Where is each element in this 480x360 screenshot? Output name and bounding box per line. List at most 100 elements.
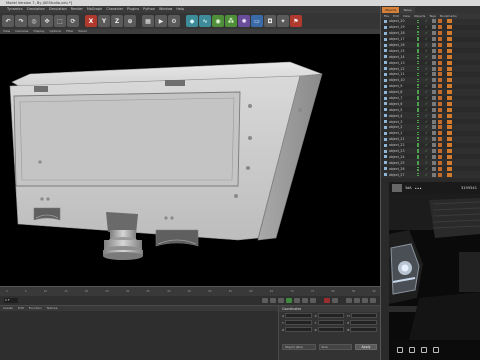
- bookmark-icon[interactable]: [409, 347, 415, 353]
- keyframe-selection-icon[interactable]: [346, 298, 352, 303]
- material-tag-icon[interactable]: [447, 137, 452, 142]
- enabled-check-icon[interactable]: ✓: [425, 108, 429, 112]
- material-tag-icon[interactable]: [447, 101, 452, 106]
- spline-icon[interactable]: ∿: [199, 15, 211, 27]
- array-icon[interactable]: ⁂: [225, 15, 237, 27]
- visibility-dots-icon[interactable]: [417, 96, 423, 100]
- phong-tag-icon[interactable]: [432, 131, 436, 136]
- share-icon[interactable]: [397, 347, 403, 353]
- texture-tag-icon[interactable]: [438, 119, 442, 124]
- enabled-check-icon[interactable]: ✓: [425, 131, 429, 135]
- enabled-check-icon[interactable]: ✓: [425, 55, 429, 59]
- enabled-check-icon[interactable]: ✓: [425, 173, 429, 177]
- coordinate-value-field[interactable]: [285, 327, 312, 332]
- enabled-check-icon[interactable]: ✓: [425, 37, 429, 41]
- rotation-key-icon[interactable]: [370, 298, 376, 303]
- menu-item[interactable]: Python: [143, 6, 155, 13]
- phong-tag-icon[interactable]: [432, 66, 436, 71]
- menu-item[interactable]: Help: [176, 6, 184, 13]
- rotate-icon[interactable]: ⟳: [67, 15, 79, 27]
- phong-tag-icon[interactable]: [432, 78, 436, 83]
- phong-tag-icon[interactable]: [432, 113, 436, 118]
- phong-tag-icon[interactable]: [432, 119, 436, 124]
- material-tag-icon[interactable]: [447, 78, 452, 83]
- visibility-dots-icon[interactable]: [417, 54, 423, 59]
- texture-tag-icon[interactable]: [438, 19, 442, 24]
- deformer-icon[interactable]: ✺: [238, 15, 250, 27]
- phong-tag-icon[interactable]: [432, 96, 436, 101]
- enabled-check-icon[interactable]: ✓: [425, 96, 429, 100]
- object-name[interactable]: object_4: [389, 114, 417, 118]
- object-name[interactable]: object_1: [389, 131, 417, 135]
- object-name[interactable]: object_23: [389, 149, 417, 153]
- visibility-dots-icon[interactable]: [417, 119, 423, 124]
- material-tag-icon[interactable]: [447, 143, 452, 148]
- phong-tag-icon[interactable]: [432, 84, 436, 89]
- size-mode-dropdown[interactable]: Size: [318, 344, 352, 350]
- enabled-check-icon[interactable]: ✓: [425, 90, 429, 94]
- phong-tag-icon[interactable]: [432, 37, 436, 42]
- enabled-check-icon[interactable]: ✓: [425, 114, 429, 118]
- visibility-dots-icon[interactable]: [417, 137, 423, 142]
- phong-tag-icon[interactable]: [432, 154, 436, 159]
- texture-tag-icon[interactable]: [438, 37, 442, 42]
- material-tag-icon[interactable]: [447, 90, 452, 95]
- visibility-dots-icon[interactable]: [417, 19, 423, 24]
- texture-tag-icon[interactable]: [438, 48, 442, 53]
- object-name[interactable]: object_8: [389, 90, 417, 94]
- visibility-dots-icon[interactable]: [417, 90, 423, 94]
- phong-tag-icon[interactable]: [432, 101, 436, 106]
- material-tag-icon[interactable]: [447, 72, 452, 77]
- go-to-start-icon[interactable]: [262, 298, 268, 303]
- coordinate-value-field[interactable]: [284, 320, 312, 325]
- phong-tag-icon[interactable]: [432, 160, 436, 165]
- camera-icon[interactable]: ◘: [264, 15, 276, 27]
- phong-tag-icon[interactable]: [432, 60, 436, 65]
- texture-tag-icon[interactable]: [438, 84, 442, 89]
- render-settings-icon[interactable]: ⚙: [168, 15, 180, 27]
- material-tag-icon[interactable]: [447, 31, 452, 36]
- material-tag-icon[interactable]: [447, 131, 452, 136]
- enabled-check-icon[interactable]: ✓: [425, 49, 429, 53]
- move-icon[interactable]: ✥: [41, 15, 53, 27]
- material-tag-icon[interactable]: [447, 107, 452, 112]
- nurbs-icon[interactable]: ◉: [212, 15, 224, 27]
- more-options-icon[interactable]: •••: [415, 186, 422, 191]
- scale-icon[interactable]: ⬚: [54, 15, 66, 27]
- enabled-check-icon[interactable]: ✓: [425, 84, 429, 88]
- visibility-dots-icon[interactable]: [417, 125, 423, 130]
- cube-icon[interactable]: ◆: [186, 15, 198, 27]
- step-forward-icon[interactable]: [294, 298, 300, 303]
- visibility-dots-icon[interactable]: [417, 166, 423, 171]
- phong-tag-icon[interactable]: [432, 90, 436, 95]
- object-name[interactable]: object_3: [389, 120, 417, 124]
- material-tag-icon[interactable]: [447, 154, 452, 159]
- object-name[interactable]: object_7: [389, 96, 417, 100]
- texture-tag-icon[interactable]: [438, 54, 442, 59]
- texture-tag-icon[interactable]: [438, 96, 442, 101]
- enabled-check-icon[interactable]: ✓: [425, 72, 429, 76]
- enabled-check-icon[interactable]: ✓: [425, 31, 429, 35]
- object-name[interactable]: object_15: [389, 49, 417, 53]
- menu-item[interactable]: Render: [71, 6, 83, 13]
- position-key-icon[interactable]: [354, 298, 360, 303]
- texture-tag-icon[interactable]: [438, 43, 442, 47]
- visibility-dots-icon[interactable]: [417, 66, 423, 71]
- material-tag-icon[interactable]: [447, 37, 452, 42]
- live-selection-icon[interactable]: ◎: [28, 15, 40, 27]
- scale-key-icon[interactable]: [362, 298, 368, 303]
- material-tag-icon[interactable]: [447, 160, 452, 165]
- visibility-dots-icon[interactable]: [417, 108, 423, 112]
- apply-button[interactable]: Apply: [355, 344, 377, 350]
- phong-tag-icon[interactable]: [432, 54, 436, 59]
- phong-tag-icon[interactable]: [432, 48, 436, 53]
- texture-tag-icon[interactable]: [438, 166, 442, 171]
- menu-item[interactable]: Simulation: [27, 6, 45, 13]
- enabled-check-icon[interactable]: ✓: [425, 19, 429, 23]
- coordinate-value-field[interactable]: [350, 313, 378, 318]
- texture-tag-icon[interactable]: [438, 66, 442, 71]
- object-name[interactable]: object_25: [389, 161, 417, 165]
- coordinate-value-field[interactable]: [350, 320, 378, 325]
- visibility-dots-icon[interactable]: [417, 161, 423, 165]
- texture-tag-icon[interactable]: [438, 72, 442, 77]
